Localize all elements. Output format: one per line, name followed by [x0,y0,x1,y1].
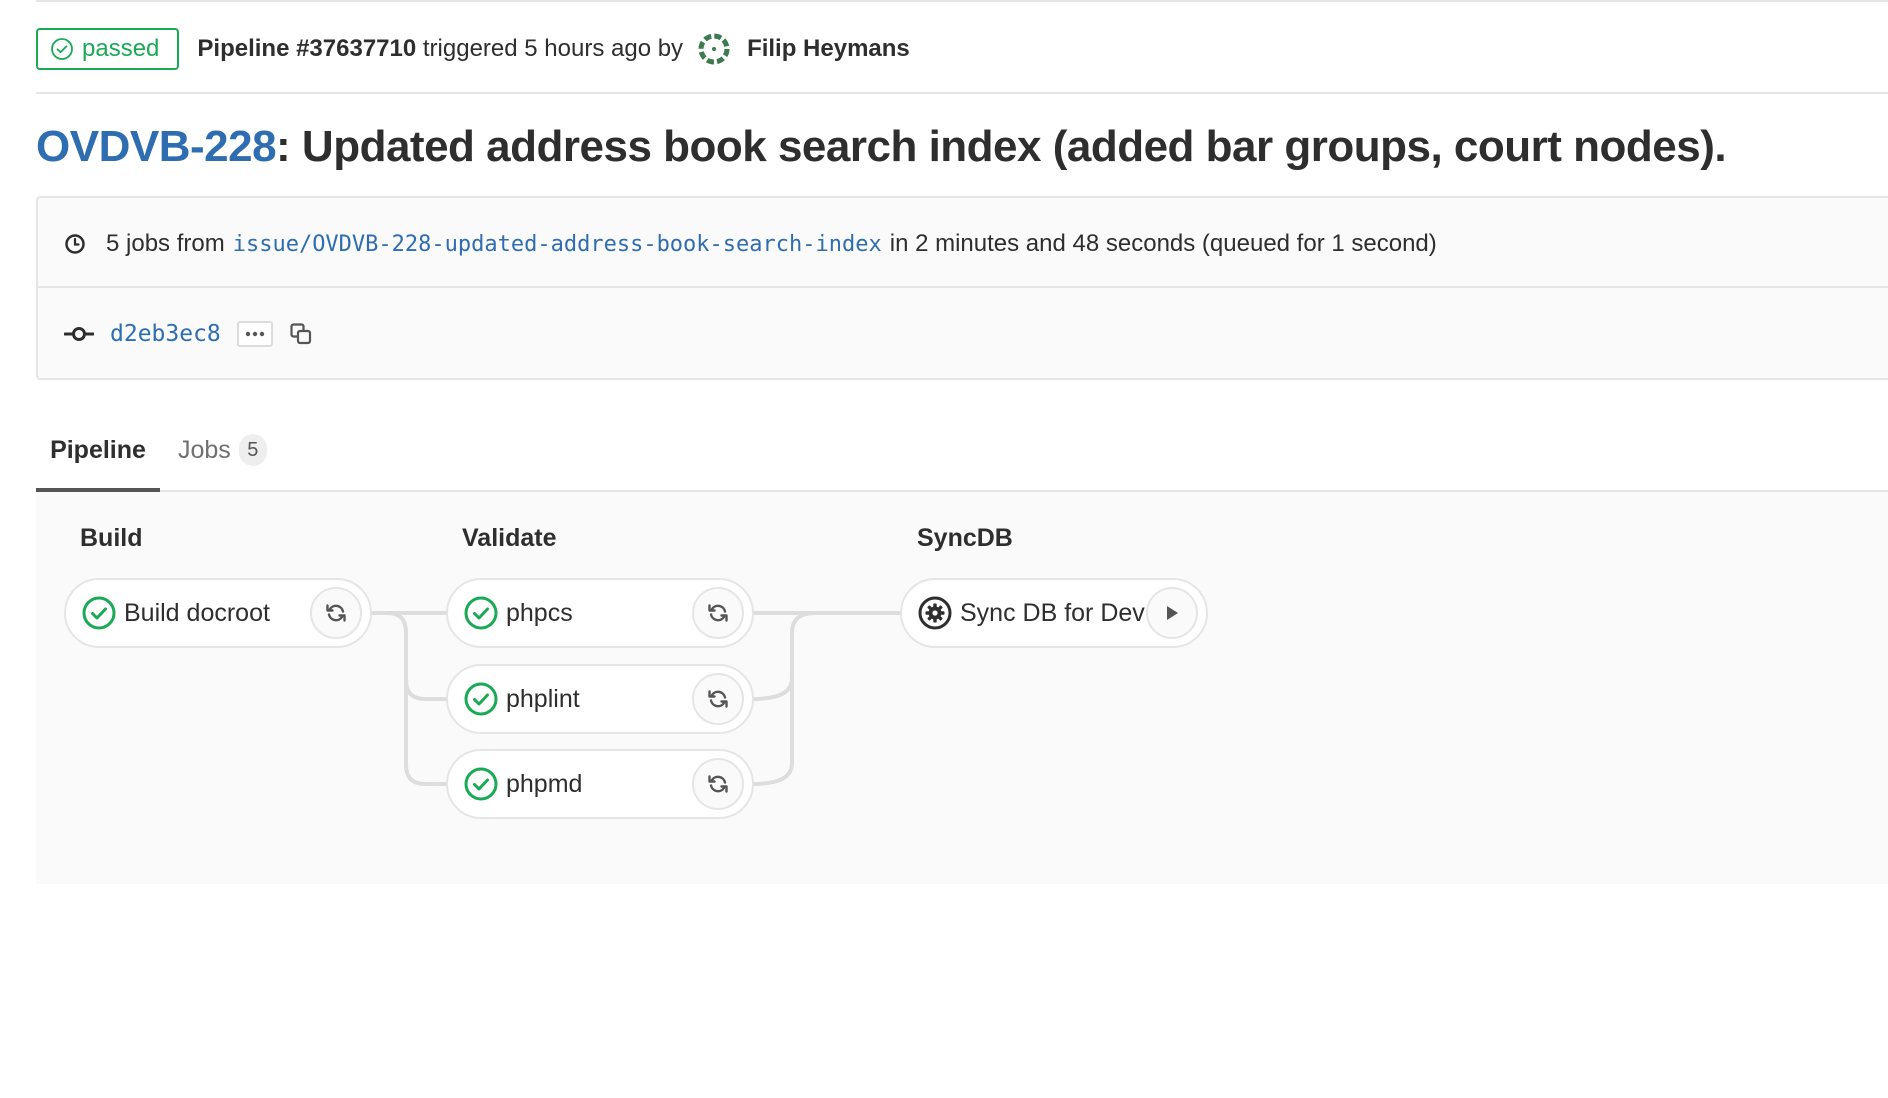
copy-sha-button[interactable] [287,320,315,348]
ellipsis-icon [245,331,264,337]
job-sync-db-for-dev[interactable]: Sync DB for Dev [900,578,1208,648]
expand-commit-button[interactable] [236,321,273,347]
jobs-count-badge: 5 [238,434,267,466]
info-divider [38,286,1888,288]
pipeline-header: passed Pipeline #37637710 triggered 5 ho… [36,28,910,70]
clock-icon [65,234,85,254]
pipeline-id: Pipeline #37637710 [197,35,417,62]
commit-row: d2eb3ec8 [64,316,315,352]
play-icon [1167,606,1178,620]
stage-title-build: Build [80,524,143,552]
job-phplint[interactable]: phplint [446,664,754,734]
pipeline-summary: Pipeline #37637710 triggered 5 hours ago… [197,32,910,66]
job-build-docroot[interactable]: Build docroot [64,578,372,648]
top-border [36,0,1888,2]
commit-title: OVDVB-228: Updated address book search i… [36,122,1727,172]
retry-icon [708,690,728,708]
play-button[interactable] [1146,587,1198,639]
commit-title-text: : Updated address book search index (add… [276,122,1727,171]
success-check-icon [82,596,116,630]
retry-icon [326,604,346,622]
stage-title-validate: Validate [462,524,557,552]
success-check-icon [464,682,498,716]
job-phpcs[interactable]: phpcs [446,578,754,648]
pipeline-graph: Build Validate SyncDB Build docroot phpc… [36,492,1888,884]
commit-sha-link[interactable]: d2eb3ec8 [110,321,221,347]
copy-icon [290,323,311,345]
job-name: phpmd [506,769,583,798]
manual-gear-icon [918,596,952,630]
retry-icon [708,604,728,622]
tab-jobs-label: Jobs [178,435,231,464]
avatar[interactable] [697,32,731,66]
tab-jobs[interactable]: Jobs 5 [178,410,267,490]
stage-title-syncdb: SyncDB [917,524,1013,552]
retry-button[interactable] [692,758,744,810]
author-link[interactable]: Filip Heymans [747,35,910,63]
branch-link[interactable]: issue/OVDVB-228-updated-address-book-sea… [233,232,882,257]
jobs-summary: 5 jobs from issue/OVDVB-228-updated-addr… [64,226,1437,262]
status-badge[interactable]: passed [36,28,180,70]
tab-pipeline-label: Pipeline [50,435,146,464]
triggered-text: triggered 5 hours ago by [422,35,684,62]
retry-button[interactable] [692,587,744,639]
issue-link[interactable]: OVDVB-228 [36,122,277,171]
check-circle-icon [51,38,73,60]
retry-button[interactable] [692,673,744,725]
success-check-icon [464,596,498,630]
pipeline-info-box: 5 jobs from issue/OVDVB-228-updated-addr… [36,196,1888,380]
jobs-prefix: 5 jobs from [106,230,225,257]
commit-icon [64,327,94,341]
job-phpmd[interactable]: phpmd [446,749,754,819]
retry-icon [708,775,728,793]
job-name: Build docroot [124,598,270,627]
avatar-icon [698,33,731,65]
header-divider [36,92,1888,94]
job-name: phplint [506,684,580,713]
success-check-icon [464,767,498,801]
pipeline-tabs: Pipeline Jobs 5 [36,410,1888,492]
status-label: passed [82,35,160,62]
retry-button[interactable] [310,587,362,639]
tab-pipeline[interactable]: Pipeline [36,410,160,492]
duration-text: in 2 minutes and 48 seconds (queued for … [889,230,1437,257]
job-name: phpcs [506,598,573,627]
job-name: Sync DB for Dev [960,598,1145,627]
